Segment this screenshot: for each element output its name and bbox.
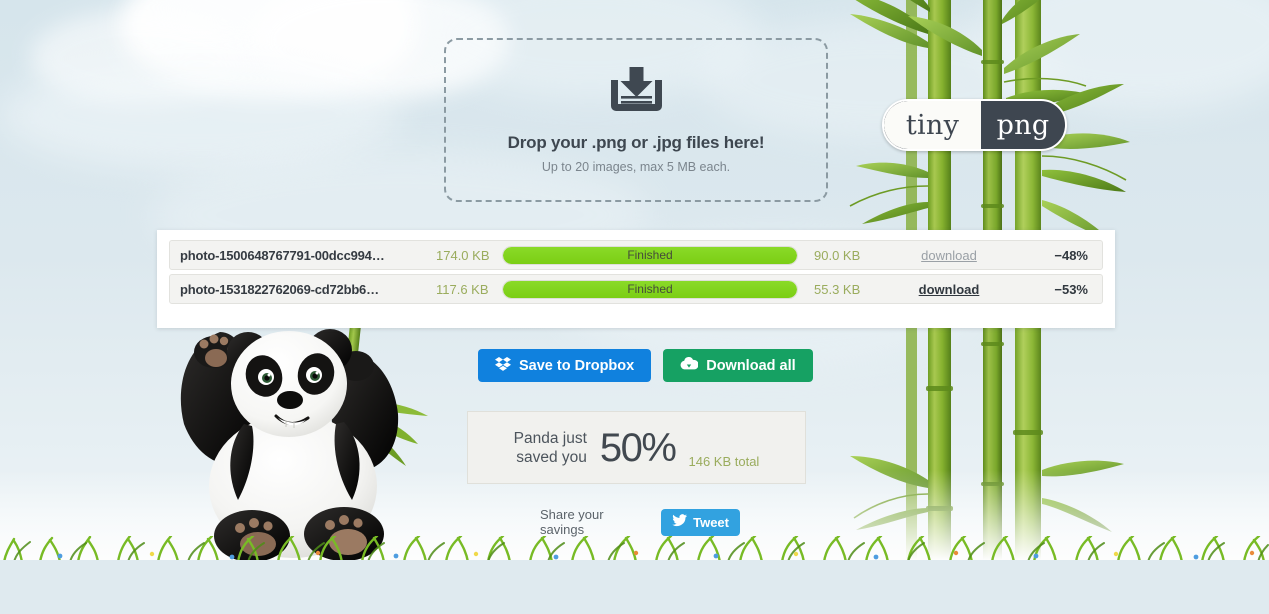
savings-percent: −48% [1054,247,1088,263]
savings-panel: Panda just saved you 50% 146 KB total [467,411,806,484]
savings-total: 146 KB total [688,454,760,469]
download-all-button[interactable]: Download all [663,349,813,382]
file-original-size: 174.0 KB [436,247,490,263]
panda-mascot-illustration [148,304,444,562]
logo-right-half: png [981,101,1065,149]
progress-status: Finished [627,282,673,296]
logo-word-png: png [996,109,1050,141]
download-link[interactable]: download [884,248,1014,263]
file-list-panel: photo-1500648767791-00dcc994… 174.0 KB F… [157,230,1115,328]
twitter-bird-icon [672,514,688,530]
dropzone-subtitle: Up to 20 images, max 5 MB each. [541,160,731,174]
file-dropzone[interactable]: Drop your .png or .jpg files here! Up to… [444,38,828,202]
table-row[interactable]: photo-1500648767791-00dcc994… 174.0 KB F… [169,240,1103,270]
share-label: Share your savings [540,507,604,537]
save-to-dropbox-label: Save to Dropbox [519,357,635,374]
tweet-button[interactable]: Tweet [661,508,740,536]
file-original-size: 117.6 KB [436,281,489,297]
logo-left-half: tiny [884,101,981,149]
tweet-label: Tweet [693,514,729,530]
savings-percent-big: 50% [599,425,677,470]
grass-strip-illustration [0,534,1269,564]
share-row: Share your savings Tweet [540,507,740,537]
file-name: photo-1500648767791-00dcc994… [180,247,385,263]
save-to-dropbox-button[interactable]: Save to Dropbox [478,349,652,382]
progress-bar: Finished [502,279,798,299]
savings-label-line1: Panda just [513,429,587,447]
dropbox-icon [495,356,511,376]
download-link[interactable]: download [884,282,1014,297]
footer-band [0,560,1269,614]
dropzone-title: Drop your .png or .jpg files here! [507,133,765,152]
logo-word-tiny: tiny [905,109,960,141]
download-tray-icon [608,66,665,118]
file-compressed-size: 90.0 KB [814,247,861,263]
page-stage: Drop your .png or .jpg files here! Up to… [0,0,1269,614]
savings-percent: −53% [1054,281,1088,297]
download-all-label: Download all [706,357,796,374]
file-compressed-size: 55.3 KB [814,281,861,297]
progress-bar: Finished [502,245,798,265]
savings-label: Panda just saved you [514,429,587,467]
action-buttons: Save to Dropbox Download all [478,349,813,382]
cloud-download-icon [680,356,699,375]
file-name: photo-1531822762069-cd72bb6… [180,281,379,297]
progress-status: Finished [627,248,673,262]
tinypng-logo[interactable]: tiny png [882,99,1067,151]
table-row[interactable]: photo-1531822762069-cd72bb6… 117.6 KB Fi… [169,274,1103,304]
savings-label-line2: saved you [516,448,587,466]
